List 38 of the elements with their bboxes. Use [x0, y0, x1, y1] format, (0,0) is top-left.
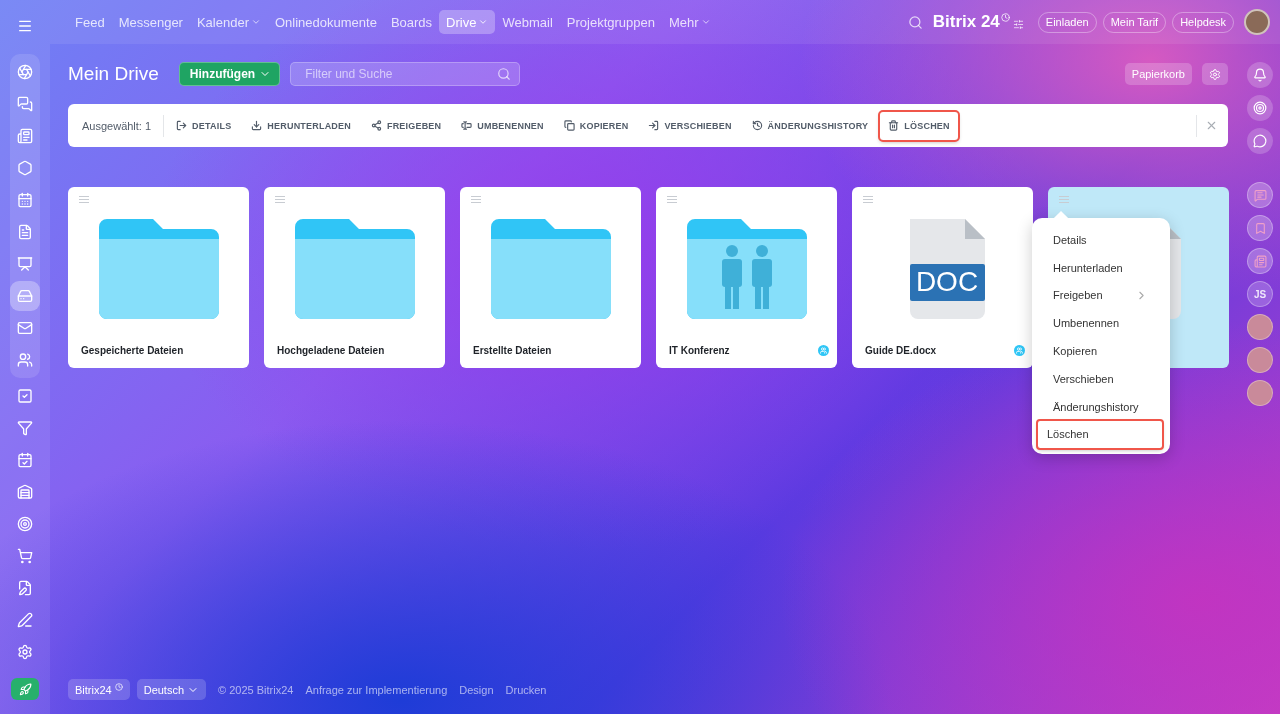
action-button[interactable]: ÄNDERUNGSHISTORY: [743, 111, 877, 140]
menu-item[interactable]: Details: [1038, 226, 1162, 254]
file-name: Hochgeladene Dateien: [277, 344, 385, 356]
footer-link[interactable]: Anfrage zur Implementierung: [305, 683, 448, 696]
menu-item[interactable]: Umbenennen: [1038, 309, 1162, 338]
action-button[interactable]: KOPIEREN: [555, 111, 637, 140]
file-card[interactable]: Erstellte Dateien: [460, 187, 641, 368]
file-card[interactable]: DOC Guide DE.docx: [852, 187, 1033, 368]
selection-count: Ausgewählt: 1: [82, 114, 165, 137]
action-button[interactable]: UMBENENNEN: [453, 111, 552, 140]
file-card[interactable]: Hochgeladene Dateien: [264, 187, 445, 368]
action-button[interactable]: LÖSCHEN: [880, 111, 958, 140]
menu-item[interactable]: Verschieben: [1038, 365, 1162, 393]
menu-item[interactable]: Kopieren: [1038, 337, 1162, 365]
footer-link[interactable]: © 2025 Bitrix24: [218, 683, 294, 696]
brand-logo: Bitrix 24: [932, 12, 1000, 32]
menu-item[interactable]: Freigeben: [1038, 281, 1162, 310]
action-button[interactable]: VERSCHIEBEN: [640, 111, 740, 140]
page-title: Mein Drive: [68, 63, 159, 85]
action-button[interactable]: DETAILS: [168, 111, 240, 140]
action-button[interactable]: HERUNTERLADEN: [243, 111, 359, 140]
search-field[interactable]: Filter und Suche: [290, 62, 521, 86]
action-button[interactable]: FREIGEBEN: [362, 111, 450, 140]
file-name: Erstellte Dateien: [473, 344, 552, 356]
footer-link[interactable]: Drucken: [505, 683, 547, 696]
file-name: IT Konferenz: [669, 344, 730, 356]
menu-item[interactable]: Änderungshistory: [1038, 392, 1162, 421]
file-card[interactable]: Gespeicherte Dateien: [68, 187, 249, 368]
menu-item[interactable]: Löschen: [1038, 420, 1162, 449]
menu-item[interactable]: Herunterladen: [1038, 253, 1162, 282]
initials-avatar[interactable]: JS: [1247, 281, 1273, 307]
file-card[interactable]: IT Konferenz: [656, 187, 837, 368]
brand-button[interactable]: Bitrix24: [68, 679, 130, 700]
language-button[interactable]: Deutsch: [136, 679, 207, 700]
file-name: Gespeicherte Dateien: [81, 344, 184, 356]
file-name: Guide DE.docx: [865, 344, 937, 356]
search-input[interactable]: Filter und Suche: [303, 66, 498, 82]
footer-link[interactable]: Design: [459, 683, 494, 696]
